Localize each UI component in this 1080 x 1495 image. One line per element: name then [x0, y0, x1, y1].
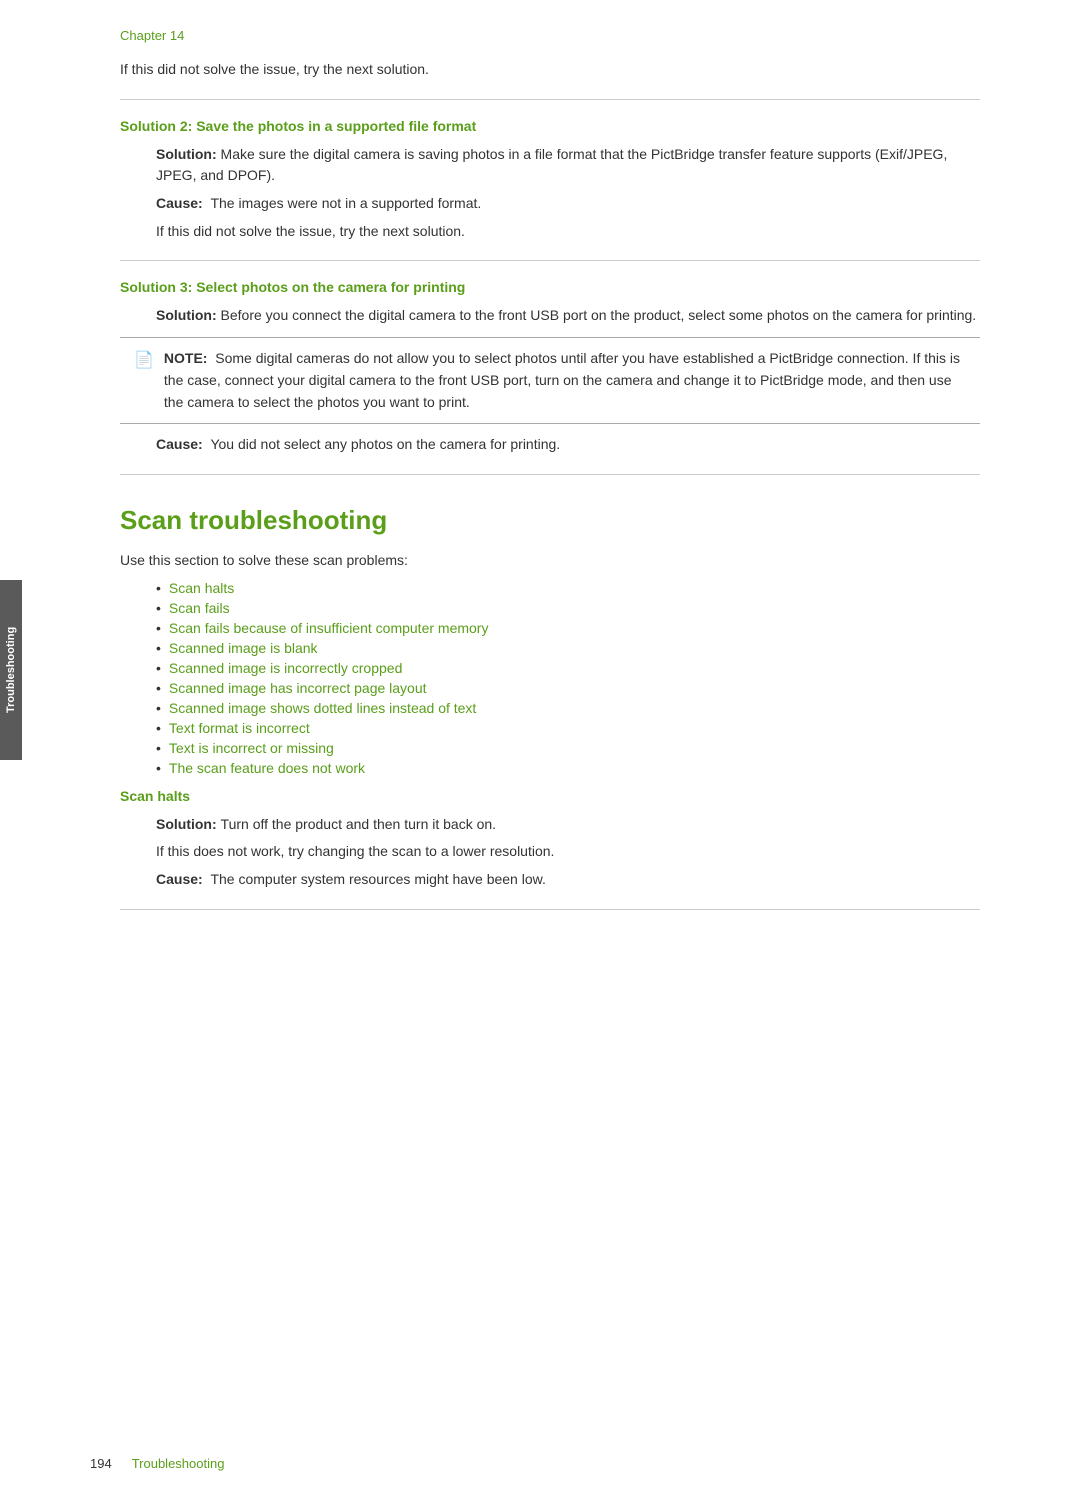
list-item-scan-fails[interactable]: Scan fails: [156, 598, 980, 618]
solution2-body: Solution: Make sure the digital camera i…: [156, 144, 980, 187]
note-label: NOTE:: [164, 350, 208, 366]
note-text: Some digital cameras do not allow you to…: [164, 350, 960, 409]
intro-text: If this did not solve the issue, try the…: [120, 59, 980, 81]
link-scanned-cropped[interactable]: Scanned image is incorrectly cropped: [169, 660, 402, 676]
scan-halts-followup: If this does not work, try changing the …: [156, 841, 980, 863]
list-item-scan-fails-memory[interactable]: Scan fails because of insufficient compu…: [156, 618, 980, 638]
link-scan-fails-memory[interactable]: Scan fails because of insufficient compu…: [169, 620, 489, 636]
solution2-solution-label: Solution:: [156, 146, 217, 162]
solution3-heading: Solution 3: Select photos on the camera …: [120, 279, 980, 295]
solution2-cause-text: The images were not in a supported forma…: [210, 195, 481, 211]
divider-2: [120, 260, 980, 261]
scan-halts-heading: Scan halts: [120, 788, 980, 804]
solution2-cause: Cause: The images were not in a supporte…: [156, 193, 980, 215]
link-dotted-lines[interactable]: Scanned image shows dotted lines instead…: [169, 700, 476, 716]
divider-bottom: [120, 909, 980, 910]
link-text-format[interactable]: Text format is incorrect: [169, 720, 310, 736]
note-box: 📄 NOTE: Some digital cameras do not allo…: [120, 337, 980, 424]
list-item-scan-halts[interactable]: Scan halts: [156, 578, 980, 598]
divider-1: [120, 99, 980, 100]
list-item-text-format[interactable]: Text format is incorrect: [156, 718, 980, 738]
list-item-scanned-cropped[interactable]: Scanned image is incorrectly cropped: [156, 658, 980, 678]
list-item-dotted-lines[interactable]: Scanned image shows dotted lines instead…: [156, 698, 980, 718]
note-icon: 📄: [134, 350, 154, 413]
scan-halts-solution-label: Solution:: [156, 816, 217, 832]
scan-troubleshooting-heading: Scan troubleshooting: [120, 505, 980, 536]
footer-page-number: 194: [90, 1456, 112, 1471]
solution3-body: Solution: Before you connect the digital…: [156, 305, 980, 327]
list-item-scanned-page-layout[interactable]: Scanned image has incorrect page layout: [156, 678, 980, 698]
footer-label: Troubleshooting: [132, 1456, 225, 1471]
scan-halts-cause-text: The computer system resources might have…: [210, 871, 545, 887]
side-tab: Troubleshooting: [0, 580, 22, 760]
solution2-heading: Solution 2: Save the photos in a support…: [120, 118, 980, 134]
divider-3: [120, 474, 980, 475]
scan-halts-cause: Cause: The computer system resources mig…: [156, 869, 980, 891]
solution2-cause-label: Cause:: [156, 195, 203, 211]
note-content: NOTE: Some digital cameras do not allow …: [164, 348, 966, 413]
list-item-scan-not-work[interactable]: The scan feature does not work: [156, 758, 980, 778]
solution2-followup: If this did not solve the issue, try the…: [156, 221, 980, 243]
link-scanned-page-layout[interactable]: Scanned image has incorrect page layout: [169, 680, 427, 696]
solution3-solution-text: Before you connect the digital camera to…: [221, 307, 977, 323]
solution2-solution-text: Make sure the digital camera is saving p…: [156, 146, 947, 184]
solution3-cause: Cause: You did not select any photos on …: [156, 434, 980, 456]
solution3-solution-label: Solution:: [156, 307, 217, 323]
link-scan-halts[interactable]: Scan halts: [169, 580, 234, 596]
solution3-cause-text: You did not select any photos on the cam…: [210, 436, 560, 452]
link-scanned-blank[interactable]: Scanned image is blank: [169, 640, 318, 656]
link-scan-fails[interactable]: Scan fails: [169, 600, 230, 616]
footer: 194 Troubleshooting: [90, 1456, 1040, 1471]
list-item-scanned-blank[interactable]: Scanned image is blank: [156, 638, 980, 658]
scan-halts-solution: Solution: Turn off the product and then …: [156, 814, 980, 836]
link-text-incorrect[interactable]: Text is incorrect or missing: [169, 740, 334, 756]
scan-links-list: Scan halts Scan fails Scan fails because…: [156, 578, 980, 778]
chapter-label: Chapter 14: [120, 28, 980, 43]
scan-intro: Use this section to solve these scan pro…: [120, 550, 980, 572]
solution3-cause-label: Cause:: [156, 436, 203, 452]
list-item-text-incorrect[interactable]: Text is incorrect or missing: [156, 738, 980, 758]
scan-halts-cause-label: Cause:: [156, 871, 203, 887]
link-scan-not-work[interactable]: The scan feature does not work: [169, 760, 365, 776]
scan-halts-solution-text: Turn off the product and then turn it ba…: [221, 816, 497, 832]
